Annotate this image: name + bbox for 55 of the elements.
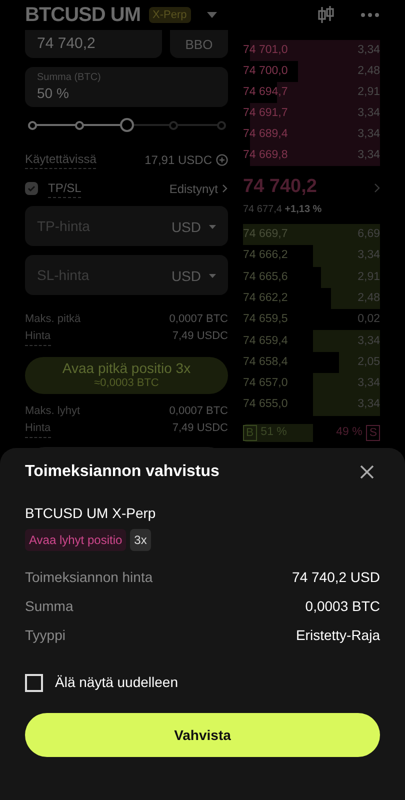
info-value: 7,49 USDC: [172, 329, 228, 344]
tpsl-label: TP/SL: [48, 179, 82, 198]
bid-row[interactable]: 74 655,0 3,34: [243, 394, 380, 416]
detail-value: 74 740,2 USD: [292, 568, 380, 587]
bid-row[interactable]: 74 658,4 2,05: [243, 352, 380, 374]
instrument-name: BTCUSD UM X-Perp: [25, 504, 157, 523]
info-value: 0,0007 BTC: [169, 312, 228, 327]
bid-row[interactable]: 74 659,5 0,02: [243, 309, 380, 330]
info-label: Maks. lyhyt: [25, 404, 80, 419]
bid-row[interactable]: 74 657,0 3,34: [243, 373, 380, 394]
detail-label: Toimeksiannon hinta: [25, 568, 153, 587]
available-label: Käytettävissä: [25, 150, 96, 169]
side-tag: Avaa lyhyt positio: [25, 529, 126, 551]
add-icon[interactable]: [216, 154, 228, 166]
info-label: Hinta: [25, 420, 51, 438]
market-title[interactable]: BTCUSD UM: [25, 0, 140, 30]
bid-row[interactable]: 74 659,4 3,34: [243, 330, 380, 352]
sheet-title: Toimeksiannon vahvistus: [25, 462, 220, 482]
open-long-button[interactable]: Avaa pitkä positio 3x ≈0,0003 BTC: [25, 357, 228, 394]
info-label: Hinta: [25, 328, 51, 346]
unit-selector[interactable]: USD: [171, 217, 201, 238]
amount-field[interactable]: Summa (BTC) 50 %: [25, 67, 228, 107]
unit-selector[interactable]: USD: [171, 266, 201, 287]
check-icon: [27, 184, 36, 193]
sell-ratio: 49 %: [336, 425, 362, 440]
price-field[interactable]: 74 740,2: [25, 30, 162, 58]
mark-price: 74 677,4 +1,13 %: [243, 202, 323, 217]
candlestick-icon[interactable]: [316, 5, 336, 25]
info-label: Maks. pitkä: [25, 312, 81, 327]
info-value: 7,49 USDC: [172, 421, 228, 436]
info-value: 0,0007 BTC: [169, 404, 228, 419]
mid-price: 74 740,2: [243, 175, 317, 200]
bbo-button[interactable]: BBO: [170, 30, 228, 58]
dont-show-label: Älä näytä uudelleen: [55, 673, 178, 692]
caret-icon[interactable]: [209, 225, 216, 230]
caret-icon[interactable]: [206, 12, 217, 18]
detail-label: Tyyppi: [25, 626, 66, 645]
detail-value: Eristetty-Raja: [296, 626, 380, 645]
confirm-button[interactable]: Vahvista: [25, 713, 380, 757]
dont-show-checkbox[interactable]: [25, 674, 43, 692]
tpsl-checkbox[interactable]: [25, 182, 38, 195]
bid-row[interactable]: 74 662,2 2,48: [243, 288, 380, 310]
bid-row[interactable]: 74 665,6 2,91: [243, 266, 380, 288]
close-icon[interactable]: [360, 464, 374, 478]
more-icon[interactable]: [360, 12, 380, 18]
leverage-tag: 3x: [130, 529, 151, 551]
advanced-link[interactable]: Edistynyt: [169, 180, 218, 198]
sell-badge: S: [366, 424, 380, 441]
detail-value: 0,0003 BTC: [305, 597, 380, 616]
bid-row[interactable]: 74 666,2 3,34: [243, 245, 380, 267]
detail-label: Summa: [25, 597, 74, 616]
chevron-right-icon: [222, 184, 228, 193]
chevron-right-icon[interactable]: [374, 182, 380, 192]
available-value: 17,91 USDC: [144, 152, 212, 168]
caret-icon[interactable]: [209, 274, 216, 279]
